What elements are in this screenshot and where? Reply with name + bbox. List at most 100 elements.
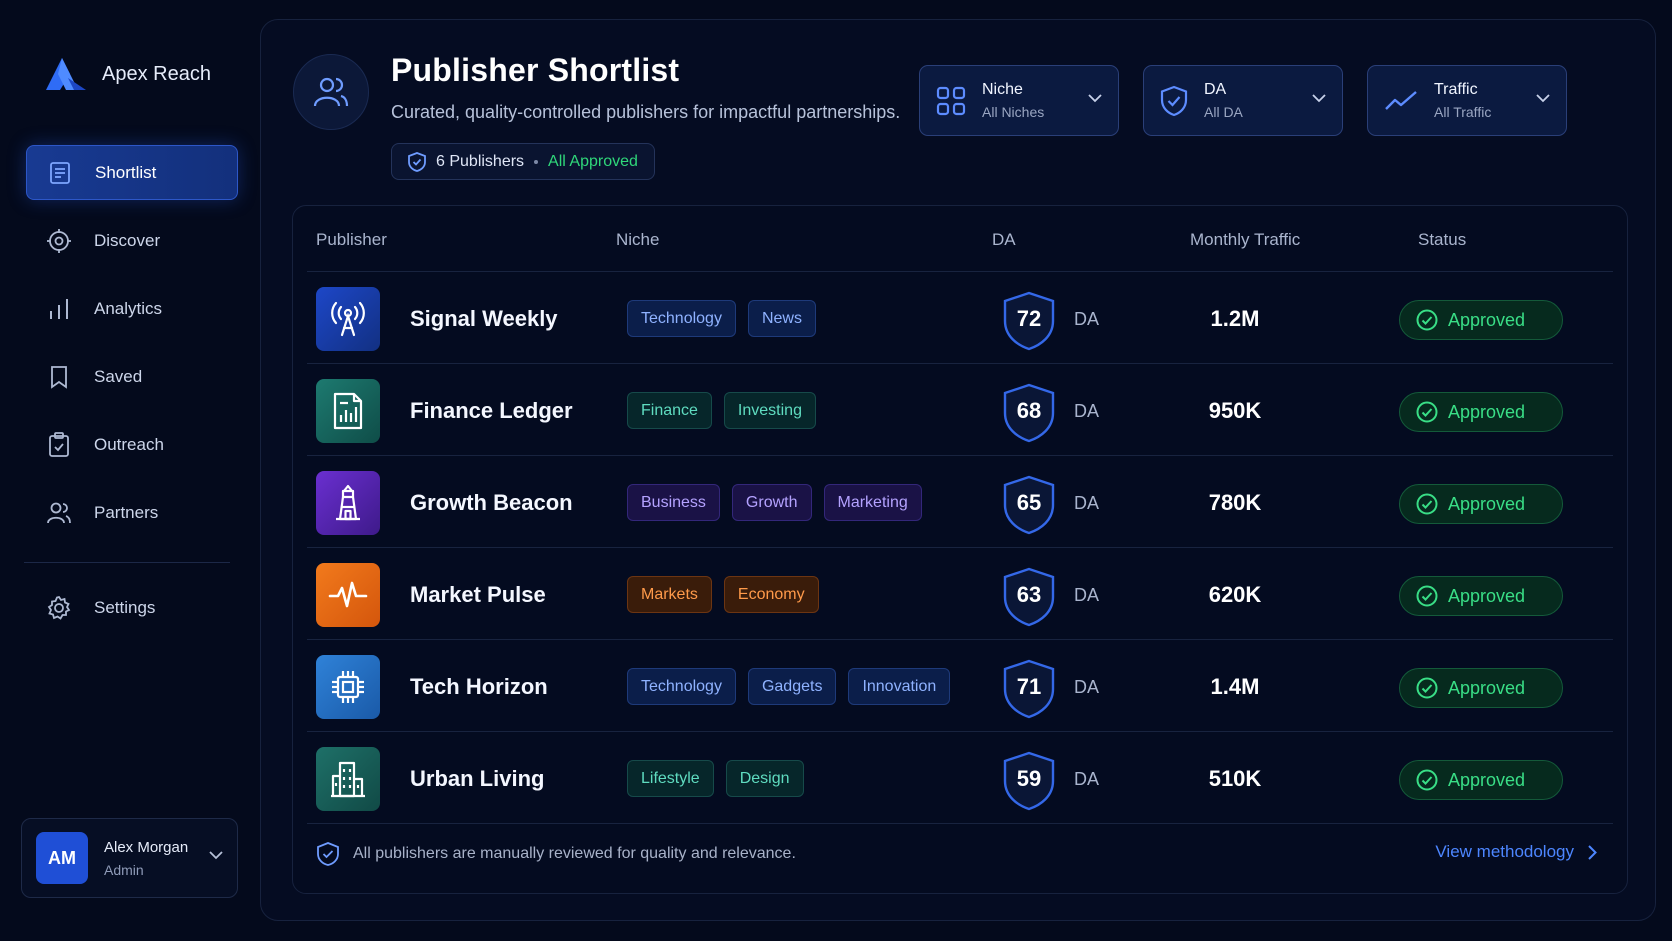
heartbeat-pulse-icon <box>316 563 380 627</box>
niche-tag[interactable]: Design <box>725 760 804 797</box>
grid-icon <box>936 86 966 116</box>
bar-chart-icon <box>46 296 72 322</box>
sidebar-divider <box>24 562 230 563</box>
niche-filter-text: Niche All Niches <box>982 81 1044 120</box>
da-label: DA <box>1074 585 1100 605</box>
sidebar-item-label: Analytics <box>94 298 163 318</box>
niche-tag[interactable]: Marketing <box>823 484 922 521</box>
publisher-name[interactable]: Tech Horizon <box>410 674 548 700</box>
publisher-name[interactable]: Growth Beacon <box>410 490 573 516</box>
da-filter-dropdown[interactable]: DA All DA <box>1143 65 1343 136</box>
separator-dot <box>534 159 539 164</box>
publisher-name[interactable]: Signal Weekly <box>410 306 558 332</box>
user-menu[interactable]: AM Alex Morgan Admin <box>21 818 238 898</box>
bookmark-icon <box>46 364 72 390</box>
niche-tag[interactable]: Growth <box>731 484 812 521</box>
sidebar-item-discover[interactable]: Discover <box>26 213 238 268</box>
report-document-icon <box>316 379 380 443</box>
publisher-count-badge: 6 Publishers All Approved <box>391 143 655 180</box>
check-circle-icon <box>1416 309 1438 331</box>
niche-tag[interactable]: Finance <box>627 392 712 429</box>
niche-tag[interactable]: Technology <box>627 668 736 705</box>
status-badge: Approved <box>1399 576 1563 616</box>
monthly-traffic: 780K <box>1208 490 1262 515</box>
approval-status: All Approved <box>548 152 638 170</box>
da-filter-label: DA <box>1204 81 1227 98</box>
status-badge: Approved <box>1399 300 1563 340</box>
view-methodology-link[interactable]: View methodology <box>1435 842 1597 862</box>
table-row[interactable]: Market Pulse Markets Economy 63 DA 620K … <box>307 547 1613 639</box>
user-info: Alex Morgan Admin <box>104 839 188 878</box>
column-header-status[interactable]: Status <box>1418 230 1466 250</box>
niche-tags: Finance Investing <box>627 392 816 429</box>
niche-tag[interactable]: Innovation <box>848 668 951 705</box>
niche-tag[interactable]: Economy <box>723 576 819 613</box>
table-row[interactable]: Finance Ledger Finance Investing 68 DA 9… <box>307 363 1613 455</box>
crosshair-icon <box>46 228 72 254</box>
trend-line-icon <box>1384 89 1418 113</box>
niche-tag[interactable]: Markets <box>627 576 712 613</box>
table-row[interactable]: Urban Living Lifestyle Design 59 DA 510K… <box>307 731 1613 823</box>
check-circle-icon <box>1416 493 1438 515</box>
city-buildings-icon <box>316 747 380 811</box>
brand[interactable]: Apex Reach <box>46 58 211 90</box>
da-score: 72 <box>1016 306 1042 331</box>
table-footer-note: All publishers are manually reviewed for… <box>317 842 796 866</box>
user-role: Admin <box>104 861 144 878</box>
column-header-da[interactable]: DA <box>992 230 1016 250</box>
table-row[interactable]: Tech Horizon Technology Gadgets Innovati… <box>307 639 1613 731</box>
da-label: DA <box>1074 677 1100 697</box>
clipboard-check-icon <box>46 431 72 458</box>
publisher-name[interactable]: Market Pulse <box>410 582 546 608</box>
users-icon <box>293 54 369 130</box>
da-score: 59 <box>1016 766 1042 791</box>
status-badge: Approved <box>1399 484 1563 524</box>
sidebar: Apex Reach Shortlist Discover Analytics … <box>0 0 260 941</box>
table-row[interactable]: Growth Beacon Business Growth Marketing … <box>307 455 1613 547</box>
da-label: DA <box>1074 493 1100 513</box>
check-circle-icon <box>1416 677 1438 699</box>
sidebar-item-partners[interactable]: Partners <box>26 485 238 540</box>
sidebar-item-outreach[interactable]: Outreach <box>26 417 238 472</box>
sidebar-item-analytics[interactable]: Analytics <box>26 281 238 336</box>
niche-tag[interactable]: Gadgets <box>747 668 837 705</box>
sidebar-item-label: Outreach <box>94 434 164 454</box>
avatar: AM <box>36 832 88 884</box>
niche-tags: Lifestyle Design <box>627 760 804 797</box>
sidebar-item-shortlist[interactable]: Shortlist <box>26 145 238 200</box>
niche-tag[interactable]: Business <box>627 484 720 521</box>
niche-tags: Business Growth Marketing <box>627 484 922 521</box>
page-title: Publisher Shortlist <box>391 52 680 88</box>
shield-check-icon <box>408 151 426 172</box>
niche-tags: Technology Gadgets Innovation <box>627 668 951 705</box>
niche-tag[interactable]: News <box>747 300 816 337</box>
users-icon <box>46 500 72 526</box>
traffic-filter-dropdown[interactable]: Traffic All Traffic <box>1367 65 1567 136</box>
check-circle-icon <box>1416 585 1438 607</box>
niche-tag[interactable]: Investing <box>723 392 816 429</box>
niche-tag[interactable]: Lifestyle <box>627 760 714 797</box>
check-circle-icon <box>1416 769 1438 791</box>
column-header-niche[interactable]: Niche <box>616 230 659 250</box>
sidebar-item-settings[interactable]: Settings <box>26 580 238 635</box>
table-row[interactable]: Signal Weekly Technology News 72 DA 1.2M… <box>307 271 1613 363</box>
traffic-filter-text: Traffic All Traffic <box>1434 81 1491 120</box>
da-score: 63 <box>1016 582 1042 607</box>
niche-filter-dropdown[interactable]: Niche All Niches <box>919 65 1119 136</box>
publisher-name[interactable]: Urban Living <box>410 766 544 792</box>
status-label: Approved <box>1448 677 1526 698</box>
shield-check-icon <box>1160 85 1188 117</box>
status-label: Approved <box>1448 401 1526 422</box>
publisher-name[interactable]: Finance Ledger <box>410 398 573 424</box>
sidebar-item-saved[interactable]: Saved <box>26 349 238 404</box>
publisher-count: 6 Publishers <box>436 152 525 170</box>
sidebar-item-label: Saved <box>94 366 143 386</box>
monthly-traffic: 1.4M <box>1210 674 1260 699</box>
gear-icon <box>46 595 72 621</box>
footer-note-text: All publishers are manually reviewed for… <box>353 845 796 862</box>
niche-tag[interactable]: Technology <box>627 300 736 337</box>
column-header-publisher[interactable]: Publisher <box>316 230 387 250</box>
chevron-down-icon <box>1088 94 1102 103</box>
column-header-traffic[interactable]: Monthly Traffic <box>1190 230 1300 250</box>
table-bottom-border <box>307 823 1613 824</box>
